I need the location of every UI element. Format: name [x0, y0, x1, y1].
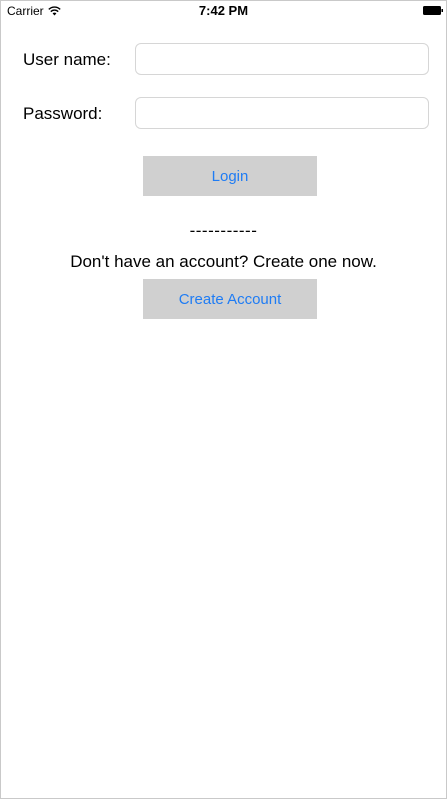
- battery-icon: [423, 6, 443, 15]
- login-button[interactable]: Login: [143, 156, 317, 196]
- status-bar: Carrier 7:42 PM: [1, 1, 446, 21]
- username-row: User name:: [1, 43, 446, 77]
- username-label: User name:: [23, 50, 111, 69]
- password-label: Password:: [23, 104, 103, 123]
- divider-text: -----------: [189, 221, 258, 240]
- app-screen: Carrier 7:42 PM User name: Password: Log…: [0, 0, 447, 799]
- password-row: Password:: [1, 97, 446, 131]
- create-account-button[interactable]: Create Account: [143, 279, 317, 319]
- status-time: 7:42 PM: [198, 3, 249, 18]
- password-input[interactable]: [135, 97, 429, 129]
- username-input[interactable]: [135, 43, 429, 75]
- create-account-prompt: Don't have an account? Create one now.: [70, 252, 377, 271]
